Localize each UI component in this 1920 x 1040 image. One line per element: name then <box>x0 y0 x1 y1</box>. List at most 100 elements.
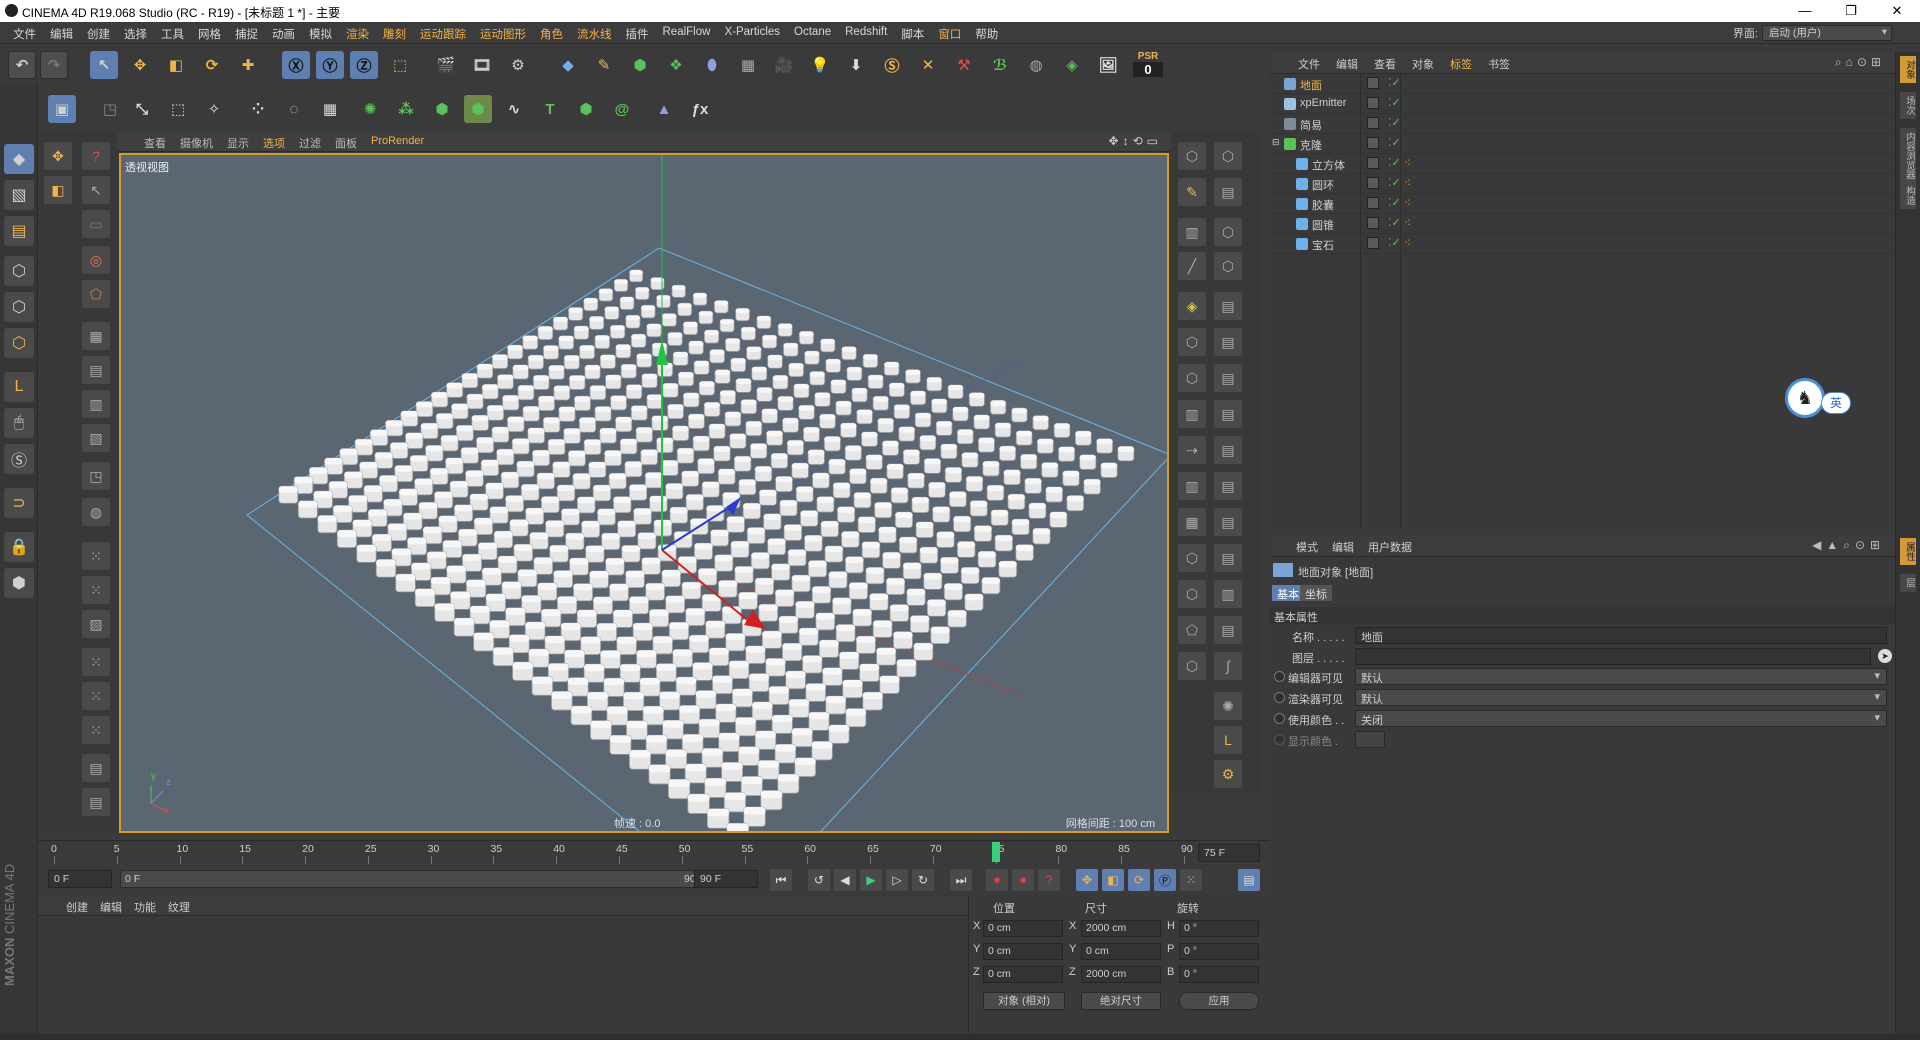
grid-tool-7-icon[interactable]: ▤ <box>82 754 110 782</box>
am-nav-icons[interactable]: ◀▲⌕⊙⊞ <box>1812 538 1885 553</box>
points-icon[interactable]: ⬡ <box>4 256 34 286</box>
rtool-axis-icon[interactable]: L <box>1214 726 1242 754</box>
knife-icon[interactable]: ▦ <box>82 322 110 350</box>
viewport-menu-item[interactable]: 选项 <box>263 135 285 151</box>
size-field[interactable]: 2000 cm <box>1081 920 1161 937</box>
grid-tool-4-icon[interactable]: ⁙ <box>82 648 110 676</box>
object-row[interactable]: 圆锥 ⁚✓ ⁖ <box>1270 214 1895 234</box>
position-field[interactable]: 0 cm <box>983 943 1063 960</box>
object-row[interactable]: 立方体 ⁚✓ ⁖ <box>1270 154 1895 174</box>
magnet-icon[interactable]: ⊃ <box>4 488 34 518</box>
name-field[interactable]: 地面 <box>1355 627 1887 644</box>
editor-vis-radio[interactable] <box>1274 671 1285 682</box>
key-help-icon[interactable]: ? <box>1038 869 1060 891</box>
menu-item[interactable]: 动画 <box>265 26 302 42</box>
timeline-ruler[interactable]: 051015202530354045505560657075808590 75 … <box>38 840 1270 864</box>
viewport-menu-item[interactable]: 显示 <box>227 135 249 151</box>
viewport-menu-item[interactable]: 查看 <box>144 135 166 151</box>
lock-workplane-icon[interactable]: 🔒 <box>4 532 34 562</box>
polygon-selection-icon[interactable]: ⬠ <box>82 280 110 308</box>
layer-swatch[interactable] <box>1367 197 1379 209</box>
material-menu-item[interactable]: 编辑 <box>100 899 122 915</box>
menu-item[interactable]: X-Particles <box>717 26 787 42</box>
sphere-tool-icon[interactable]: ◍ <box>82 498 110 526</box>
rect-select-icon[interactable]: ⬚ <box>164 95 192 123</box>
xparticles-tag-icon[interactable]: ⁖ <box>1404 216 1411 230</box>
menu-item[interactable]: Redshift <box>838 26 894 42</box>
rtool-21-icon[interactable]: ▤ <box>1214 508 1242 536</box>
layer-swatch[interactable] <box>1367 217 1379 229</box>
pen-icon[interactable]: ✎ <box>590 51 618 79</box>
coords-mode-dropdown[interactable]: 对象 (相对) <box>983 992 1065 1010</box>
planar-workplane-icon[interactable]: ⬢ <box>4 568 34 598</box>
playhead-marker[interactable] <box>991 842 1000 862</box>
current-frame-field[interactable]: 75 F <box>1198 844 1260 862</box>
rtool-3-icon[interactable]: ▤ <box>1214 178 1242 206</box>
om-menu-item[interactable]: 查看 <box>1374 56 1396 72</box>
menu-item[interactable]: Octane <box>787 26 838 42</box>
texture-mode-icon[interactable]: ▧ <box>4 180 34 210</box>
object-name[interactable]: 地面 <box>1300 77 1322 93</box>
rtool-5-icon[interactable]: ⬡ <box>1214 218 1242 246</box>
menu-item[interactable]: 插件 <box>619 26 656 42</box>
mograph-selected-icon[interactable]: ⬢ <box>464 95 492 123</box>
use-color-dropdown[interactable]: 关闭 <box>1355 710 1887 727</box>
object-name[interactable]: 克隆 <box>1300 137 1322 153</box>
y-axis-icon[interactable]: Ⓨ <box>316 51 344 79</box>
picture-icon[interactable]: 🖼 <box>1094 51 1122 79</box>
menu-item[interactable]: 捕捉 <box>228 26 265 42</box>
rtool-30-icon[interactable]: ✺ <box>1214 692 1242 720</box>
rotation-field[interactable]: 0 ° <box>1179 966 1259 983</box>
menu-item[interactable]: 角色 <box>533 26 570 42</box>
s-plugin-icon[interactable]: Ⓢ <box>878 51 906 79</box>
menu-item[interactable]: 文件 <box>6 26 43 42</box>
rtool-19-icon[interactable]: ▤ <box>1214 472 1242 500</box>
goto-end-icon[interactable]: ⏭ <box>950 869 972 891</box>
rtool-14-icon[interactable]: ▥ <box>1178 400 1206 428</box>
layer-swatch[interactable] <box>1367 157 1379 169</box>
material-menu-item[interactable]: 功能 <box>134 899 156 915</box>
text-icon[interactable]: T <box>536 95 564 123</box>
display-color-swatch[interactable] <box>1355 731 1385 748</box>
viewport-menu-item[interactable]: 过滤 <box>299 135 321 151</box>
prev-frame-icon[interactable]: ◀ <box>834 869 856 891</box>
visibility-check-icon[interactable]: ⁚✓ <box>1388 156 1401 169</box>
rtool-28-icon[interactable]: ⬡ <box>1178 652 1206 680</box>
render-vis-radio[interactable] <box>1274 692 1285 703</box>
rtool-1-icon[interactable]: ⬡ <box>1178 142 1206 170</box>
xparticles-tag-icon[interactable]: ⁖ <box>1404 176 1411 190</box>
render-view-icon[interactable]: 🎬 <box>432 51 460 79</box>
rtool-4-icon[interactable]: ▥ <box>1178 218 1206 246</box>
layer-swatch[interactable] <box>1367 77 1379 89</box>
menu-item[interactable]: 编辑 <box>43 26 80 42</box>
key-position-icon[interactable]: ✥ <box>1076 869 1098 891</box>
rtool-26-icon[interactable]: ⬠ <box>1178 616 1206 644</box>
timeline-window-icon[interactable]: ▤ <box>1238 869 1260 891</box>
object-row[interactable]: 地面 ⁚✓ <box>1270 74 1895 94</box>
side-tab-attributes[interactable]: 属性 <box>1900 538 1916 565</box>
om-menu-item[interactable]: 书签 <box>1488 56 1510 72</box>
move-icon[interactable]: ✥ <box>44 142 72 170</box>
perspective-viewport[interactable]: 透视视图 帧速 : 0.0 网格间距 : 100 cm y z x <box>119 153 1169 833</box>
am-menu-item[interactable]: 用户数据 <box>1368 539 1412 555</box>
next-key-icon[interactable]: ↻ <box>912 869 934 891</box>
workplane-icon[interactable]: ▤ <box>4 216 34 246</box>
live-selection-icon[interactable]: ↖ <box>82 176 110 204</box>
auto-key-icon[interactable]: ⏺ <box>1012 869 1034 891</box>
x-axis-icon[interactable]: Ⓧ <box>282 51 310 79</box>
om-menu-item[interactable]: 文件 <box>1298 56 1320 72</box>
render-picture-viewer-icon[interactable]: 🎞 <box>468 51 496 79</box>
subdivision-icon[interactable]: ⬢ <box>626 51 654 79</box>
menu-item[interactable]: 模拟 <box>302 26 339 42</box>
help-icon[interactable]: ? <box>82 142 110 170</box>
coords-size-mode-dropdown[interactable]: 绝对尺寸 <box>1081 992 1161 1010</box>
rotation-field[interactable]: 0 ° <box>1179 920 1259 937</box>
viewport-menu-item[interactable]: 摄像机 <box>180 135 213 151</box>
rotate-tool-icon[interactable]: ⟳ <box>198 51 226 79</box>
om-menu-item[interactable]: 对象 <box>1412 56 1434 72</box>
menu-item[interactable]: 渲染 <box>339 26 376 42</box>
editor-vis-dropdown[interactable]: 默认 <box>1355 668 1887 685</box>
material-menu-item[interactable]: 纹理 <box>168 899 190 915</box>
rtool-15-icon[interactable]: ▤ <box>1214 400 1242 428</box>
floor-icon[interactable]: ▦ <box>734 51 762 79</box>
